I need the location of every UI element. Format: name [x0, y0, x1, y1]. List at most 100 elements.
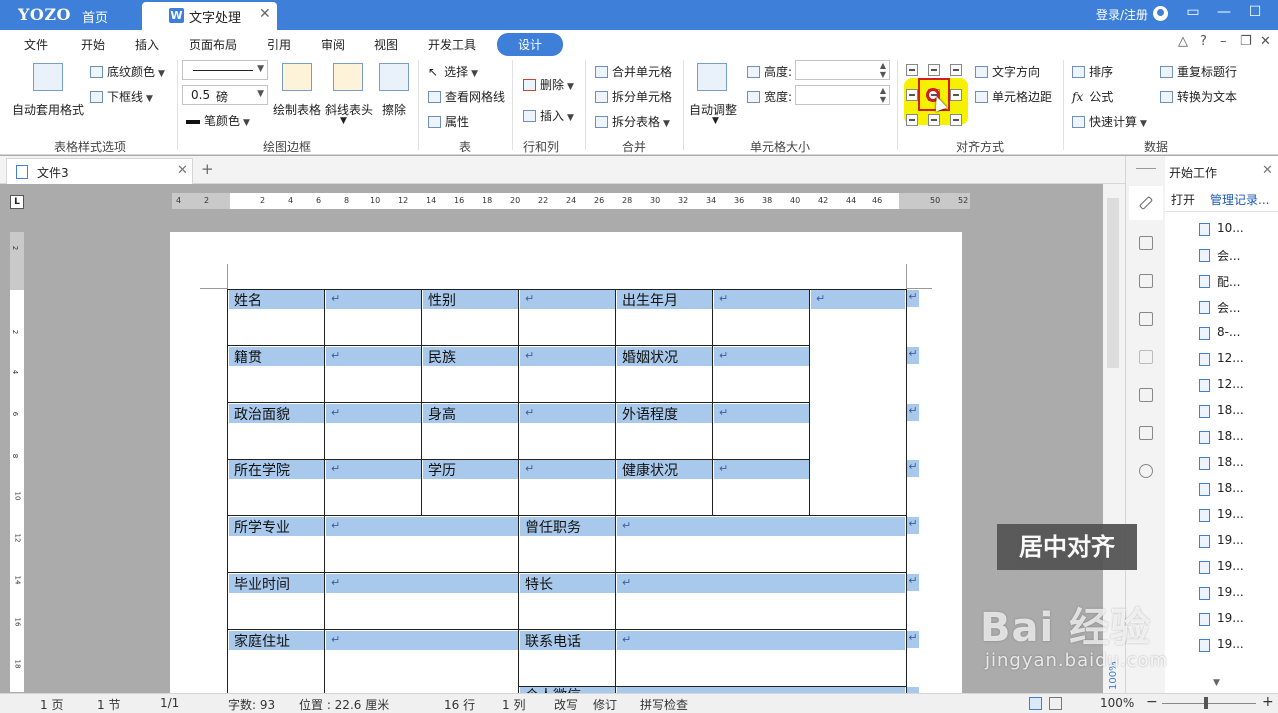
merge-cells-button[interactable]: 合并单元格 — [595, 63, 672, 80]
cell-college-label[interactable]: 所在学院 — [234, 460, 290, 480]
cell-education-label[interactable]: 学历 — [428, 460, 456, 480]
select-button[interactable]: ↖ 选择 ▼ — [428, 63, 478, 80]
skin-icon[interactable]: ▭ — [1183, 4, 1203, 20]
delete-button[interactable]: 删除 ▼ — [523, 76, 574, 93]
cell-graduation-label[interactable]: 毕业时间 — [234, 574, 290, 594]
align-top-left-icon[interactable] — [906, 64, 918, 76]
recent-file[interactable]: 会... — [1217, 247, 1240, 264]
pen-color-button[interactable]: 笔颜色 ▼ — [186, 112, 250, 129]
recent-file[interactable]: 19... — [1217, 507, 1244, 521]
zoom-slider-thumb[interactable] — [1204, 697, 1208, 709]
recent-file[interactable]: 8-... — [1217, 325, 1240, 339]
new-tab-icon[interactable]: + — [201, 160, 214, 178]
web-view-icon[interactable] — [1049, 697, 1062, 710]
menu-home[interactable]: 开始 — [81, 36, 105, 53]
align-middle-right-icon[interactable] — [950, 89, 962, 101]
cell-phone-label[interactable]: 联系电话 — [525, 631, 581, 651]
draw-table-button[interactable]: 绘制表格 — [273, 101, 321, 118]
lock-icon[interactable] — [1139, 312, 1153, 326]
help-icon[interactable]: ? — [1200, 34, 1207, 49]
word-processor-tab[interactable]: W 文字处理 ✕ — [142, 2, 277, 30]
page-view-icon[interactable] — [1029, 697, 1042, 710]
shading-color-button[interactable]: 底纹颜色 ▼ — [90, 63, 165, 80]
zoom-level[interactable]: 100% — [1100, 696, 1134, 710]
sort-button[interactable]: 排序 — [1072, 63, 1113, 80]
cell-skills-label[interactable]: 特长 — [525, 574, 553, 594]
line-style-select[interactable]: ▼ — [182, 60, 268, 80]
copy-icon[interactable] — [1139, 388, 1153, 402]
user-icon[interactable] — [1153, 6, 1168, 21]
bottom-border-button[interactable]: 下框线 ▼ — [90, 88, 153, 105]
panel-manage-link[interactable]: 管理记录... — [1210, 191, 1269, 208]
cell-margin-button[interactable]: 单元格边距 — [975, 88, 1052, 105]
panel-open-link[interactable]: 打开 — [1171, 191, 1195, 208]
recent-file[interactable]: 19... — [1217, 559, 1244, 573]
recent-file[interactable]: 19... — [1217, 637, 1244, 651]
recent-file[interactable]: 18... — [1217, 455, 1244, 469]
edit-icon[interactable] — [1139, 426, 1153, 440]
bookmark-icon[interactable] — [1139, 350, 1153, 364]
menu-insert[interactable]: 插入 — [135, 36, 159, 53]
diagonal-header-button[interactable]: 斜线表头 — [325, 101, 373, 118]
home-tab[interactable]: 首页 — [82, 7, 108, 26]
diagonal-header-dropdown[interactable]: ▼ — [340, 116, 347, 126]
convert-to-text-button[interactable]: 转换为文本 — [1160, 88, 1237, 105]
recent-file[interactable]: 10... — [1217, 221, 1244, 235]
cell-birth-label[interactable]: 出生年月 — [622, 290, 678, 310]
login-register-link[interactable]: 登录/注册 — [1096, 6, 1148, 23]
horizontal-ruler[interactable]: 4 2 2 4 6 8 10 12 14 16 18 20 22 24 26 2… — [172, 193, 970, 209]
scrollbar-thumb[interactable] — [1107, 198, 1119, 368]
insert-button[interactable]: 插入 ▼ — [523, 107, 574, 124]
recent-file[interactable]: 19... — [1217, 611, 1244, 625]
close-tab-icon[interactable]: ✕ — [177, 163, 188, 178]
doc-close-icon[interactable]: ✕ — [1260, 34, 1271, 49]
split-cells-button[interactable]: 拆分单元格 — [595, 88, 672, 105]
cell-major-label[interactable]: 所学专业 — [234, 517, 290, 537]
cell-health-label[interactable]: 健康状况 — [622, 460, 678, 480]
close-icon[interactable]: ✕ — [259, 6, 271, 22]
menu-developer[interactable]: 开发工具 — [428, 36, 476, 53]
width-input[interactable]: ▲ ▼ — [795, 85, 890, 105]
recent-file[interactable]: 会... — [1217, 299, 1240, 316]
recent-file[interactable]: 18... — [1217, 403, 1244, 417]
doc-minimize-icon[interactable]: – — [1220, 34, 1227, 49]
repeat-header-button[interactable]: 重复标题行 — [1160, 63, 1237, 80]
auto-fit-dropdown[interactable]: ▼ — [712, 116, 719, 126]
height-input[interactable]: ▲ ▼ — [795, 60, 890, 80]
status-spell-check[interactable]: 拼写检查 — [640, 696, 688, 713]
text-direction-button[interactable]: 文字方向 — [975, 63, 1040, 80]
cell-height-label[interactable]: 身高 — [428, 404, 456, 424]
minimize-icon[interactable]: — — [1214, 4, 1234, 20]
cell-name-label[interactable]: 姓名 — [234, 290, 262, 310]
recent-file[interactable]: 配... — [1217, 273, 1240, 290]
cell-gender-label[interactable]: 性别 — [428, 290, 456, 310]
align-bottom-left-icon[interactable] — [906, 114, 918, 126]
cell-marital-label[interactable]: 婚姻状况 — [622, 347, 678, 367]
properties-button[interactable]: 属性 — [428, 113, 469, 130]
align-bottom-right-icon[interactable] — [950, 114, 962, 126]
recent-file[interactable]: 19... — [1217, 533, 1244, 547]
cell-political-label[interactable]: 政治面貌 — [234, 404, 290, 424]
status-word-count[interactable]: 字数: 93 — [228, 696, 275, 713]
recent-file[interactable]: 19... — [1217, 585, 1244, 599]
menu-references[interactable]: 引用 — [267, 36, 291, 53]
menu-design[interactable]: 设计 — [497, 33, 564, 56]
cell-position-label[interactable]: 曾任职务 — [525, 517, 581, 537]
cell-wechat-label[interactable]: 个人微信 — [525, 685, 581, 693]
cell-ethnicity-label[interactable]: 民族 — [428, 347, 456, 367]
recent-file[interactable]: 18... — [1217, 429, 1244, 443]
cell-address-label[interactable]: 家庭住址 — [234, 631, 290, 651]
doc-restore-icon[interactable]: ❐ — [1240, 34, 1252, 49]
menu-page-layout[interactable]: 页面布局 — [189, 36, 237, 53]
vertical-ruler[interactable]: 2 2 4 6 8 10 12 14 16 18 — [10, 232, 24, 692]
eraser-button[interactable]: 擦除 — [382, 101, 406, 118]
cell-language-label[interactable]: 外语程度 — [622, 404, 678, 424]
align-top-right-icon[interactable] — [950, 64, 962, 76]
zoom-slider-track[interactable] — [1162, 703, 1256, 704]
recent-file[interactable]: 12... — [1217, 351, 1244, 365]
panel-scroll-down-icon[interactable]: ▼ — [1213, 678, 1220, 688]
tab-stop-selector[interactable]: L — [10, 195, 24, 209]
menu-view[interactable]: 视图 — [374, 36, 398, 53]
settings-sliders-icon[interactable] — [1139, 236, 1153, 250]
view-gridlines-button[interactable]: 查看网格线 — [428, 88, 505, 105]
